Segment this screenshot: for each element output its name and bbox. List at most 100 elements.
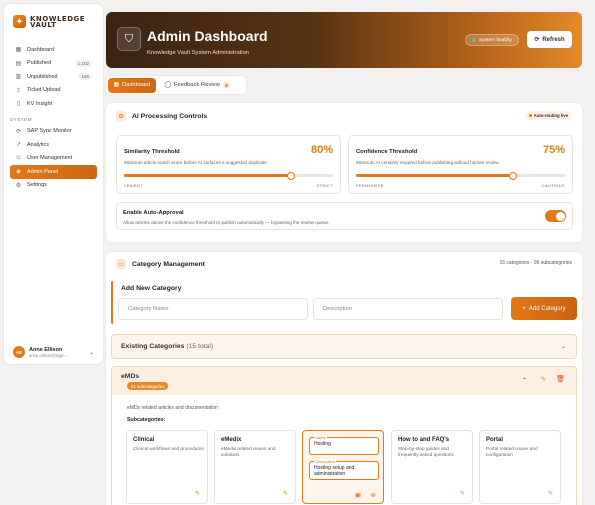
subcategory-card: How to and FAQ's Step-by-step guides and… (391, 430, 473, 504)
subcategory-name-input[interactable]: Name Hosting (309, 434, 379, 455)
avatar: AE (13, 346, 25, 358)
ai-controls-card: ⚙ AI Processing Controls Auto-routing li… (106, 103, 582, 242)
page-subtitle: Knowledge Vault System Administration (147, 50, 250, 56)
auto-approval-panel: Enable Auto-Approval Allow articles abov… (116, 202, 573, 230)
subcategory-description: Step-by-step guides and frequently asked… (398, 446, 454, 457)
section-title: Add New Category (121, 285, 182, 292)
sidebar-item-settings[interactable]: ⚙ Settings (10, 179, 97, 193)
book-icon: ▯ (16, 101, 21, 108)
category-header[interactable] (112, 367, 576, 395)
existing-categories-accordion[interactable]: Existing Categories (15 total) ⌄ (111, 334, 577, 359)
slider-handle[interactable] (508, 171, 517, 180)
page-title: Admin Dashboard (147, 28, 268, 44)
field-label: Name (314, 434, 327, 440)
nav-section-label: SYSTEM (10, 116, 33, 122)
slider-max-label: CAUTIOUS (541, 183, 565, 188)
sidebar-item-unpublished[interactable]: ▥ Unpublished 158 (10, 70, 97, 84)
subcategory-description: eMedix related issues and solutions (221, 446, 276, 457)
subcategories-label: Subcategories: (127, 417, 166, 423)
slider-min-label: PERMISSIVE (356, 183, 384, 188)
user-email: anne.ellison@sigm... (29, 352, 68, 358)
add-category-button[interactable]: + Add Category (511, 297, 577, 320)
auto-approval-toggle[interactable] (545, 210, 566, 222)
edit-icon[interactable]: ✎ (548, 490, 553, 497)
subcategory-card: Clinical Clinical workflows and procedur… (126, 430, 208, 504)
edit-icon[interactable]: ✎ (460, 490, 465, 497)
subcategory-card: eMedix eMedix related issues and solutio… (214, 430, 296, 504)
tab-feedback-review[interactable]: ◯ Feedback Review 6 (158, 78, 236, 93)
threshold-title: Confidence Threshold (356, 149, 418, 155)
card-header: ⚙ AI Processing Controls (116, 111, 207, 121)
confidence-slider[interactable] (356, 171, 565, 180)
sidebar-item-kv-insight[interactable]: ▯ KV Insight (10, 97, 97, 111)
subcategory-count-badge: 21 subcategories (127, 382, 169, 390)
sidebar-item-label: KV Insight (27, 100, 53, 107)
live-dot-icon (528, 114, 532, 117)
sidebar-item-admin-panel[interactable]: ◈ Admin Panel (10, 165, 97, 179)
shield-icon: ◈ (16, 169, 21, 176)
sidebar-item-label: Ticket Upload (27, 87, 61, 94)
card-title: Category Management (132, 260, 205, 268)
sidebar-item-user-management[interactable]: ☺ User Management (10, 152, 97, 166)
edit-icon[interactable]: ✎ (195, 490, 200, 497)
sidebar-item-sap-sync[interactable]: ⟳ SAP Sync Monitor (10, 125, 97, 139)
status-dot-icon (472, 38, 476, 42)
status-badge: Auto-routing live (524, 111, 572, 120)
logo[interactable]: ✦ KNOWLEDGE VAULT (13, 15, 85, 28)
auto-approval-description: Allow articles above the confidence thre… (123, 220, 330, 225)
sidebar-item-label: Unpublished (27, 73, 58, 80)
category-description: eMDs related articles and documentation (127, 405, 218, 411)
subcategory-name: eMedix (221, 437, 242, 443)
refresh-icon: ⟳ (534, 37, 540, 43)
sidebar-item-label: SAP Sync Monitor (27, 128, 72, 135)
subcategory-name: Clinical (133, 437, 155, 443)
category-name-input[interactable]: Category Name (118, 298, 308, 320)
refresh-button[interactable]: ⟳ Refresh (527, 31, 572, 48)
subcategory-card: Portal Portal related issues and configu… (479, 430, 561, 504)
upload-icon: ⇪ (15, 87, 22, 94)
sidebar-item-analytics[interactable]: ↗ Analytics (10, 138, 97, 152)
live-label: Auto-routing live (533, 113, 568, 118)
similarity-slider[interactable] (124, 171, 333, 180)
add-category-label: Add Category (528, 305, 566, 312)
sidebar: ✦ KNOWLEDGE VAULT ▦ Dashboard ▤ Published 1,… (4, 4, 103, 364)
tab-label: Feedback Review (173, 82, 220, 88)
category-description-input[interactable]: Description (313, 298, 503, 320)
threshold-value: 80% (310, 144, 333, 156)
tab-dashboard[interactable]: ▦ Dashboard (107, 77, 157, 93)
sidebar-item-dashboard[interactable]: ▦ Dashboard (10, 43, 97, 57)
slider-min-label: LENIENT (124, 183, 144, 188)
threshold-title: Similarity Threshold (124, 149, 180, 155)
vault-logo-icon: ✦ (13, 15, 26, 28)
subcategory-card-editing: Name Hosting Description Hosting setup and… (302, 430, 384, 504)
edit-icon[interactable]: ✎ (283, 490, 288, 497)
grid-icon: ▦ (15, 47, 22, 54)
category-management-card: ▭ Category Management 15 categories · 96… (106, 252, 582, 505)
category-name: eMDs (121, 373, 140, 380)
trash-icon[interactable]: 🗑 (556, 375, 565, 383)
slider-handle[interactable] (287, 171, 296, 180)
save-icon[interactable]: ▣ (355, 491, 361, 499)
cancel-icon[interactable]: ⊗ (371, 491, 376, 499)
folder-icon: ▭ (116, 259, 126, 269)
sidebar-item-published[interactable]: ▤ Published 1,102 (10, 57, 97, 71)
sidebar-item-label: Settings (27, 182, 47, 189)
threshold-value: 75% (542, 144, 565, 156)
subcategory-description-input[interactable]: Description Hosting setup and administrat… (309, 458, 379, 480)
edit-icon[interactable]: ✎ (541, 376, 546, 383)
chart-icon: ↗ (15, 142, 22, 149)
sidebar-item-ticket-upload[interactable]: ⇪ Ticket Upload (10, 84, 97, 98)
user-menu[interactable]: AE Anne Ellison anne.ellison@sigm... ⌄ (10, 342, 97, 362)
plus-icon: + (522, 305, 526, 312)
draft-icon: ▥ (15, 74, 22, 81)
tab-bar: ▦ Dashboard ◯ Feedback Review 6 (106, 76, 246, 94)
subcategory-description: Portal related issues and configuration (486, 446, 538, 457)
slider-max-label: STRICT (316, 183, 333, 188)
gear-icon: ⚙ (15, 182, 22, 189)
chevron-up-icon[interactable]: ⌃ (522, 377, 527, 384)
cpu-icon: ⚙ (116, 111, 126, 121)
card-header: ▭ Category Management (116, 259, 205, 269)
subcategory-name: Portal (486, 437, 504, 443)
chevron-down-icon: ⌄ (560, 344, 566, 350)
similarity-threshold-panel: Similarity Threshold 80% Minimum article… (116, 135, 341, 194)
